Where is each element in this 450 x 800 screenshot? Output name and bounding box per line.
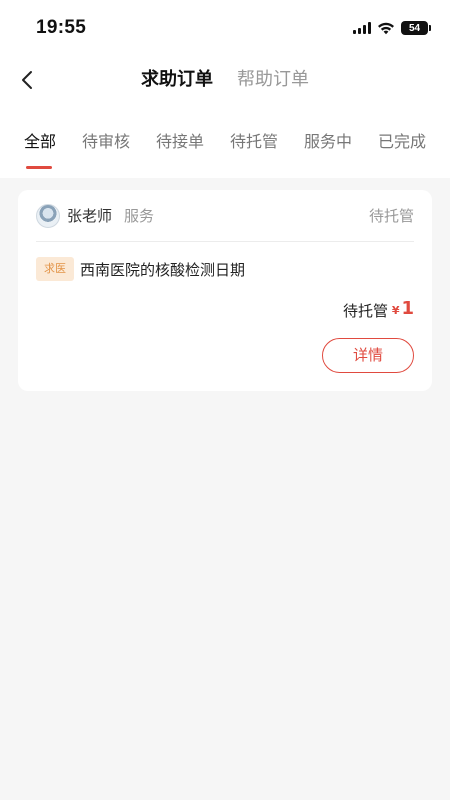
filter-tab-all[interactable]: 全部 <box>24 128 56 152</box>
card-divider <box>36 241 414 242</box>
tab-helping-orders[interactable]: 帮助订单 <box>225 66 321 94</box>
tab-help-request-orders[interactable]: 求助订单 <box>129 66 225 94</box>
order-status-header: 待托管 <box>368 207 414 225</box>
filter-tab-in-service[interactable]: 服务中 <box>304 128 352 152</box>
battery-level: 54 <box>408 22 421 34</box>
filter-tab-completed[interactable]: 已完成 <box>378 128 426 152</box>
avatar <box>36 204 60 228</box>
screen: 19:55 54 求助订单 帮助订单 全部 待审核 待接单 待托管 服务中 已完… <box>0 0 450 800</box>
order-title: 西南医院的核酸检测日期 <box>80 261 246 279</box>
status-bar: 19:55 54 <box>0 0 450 56</box>
status-icons: 54 <box>353 20 431 36</box>
status-time: 19:55 <box>36 17 87 38</box>
nav-bar: 求助订单 帮助订单 <box>0 56 450 104</box>
currency-symbol: ¥ <box>391 304 400 317</box>
filter-tab-pending-review[interactable]: 待审核 <box>82 128 130 152</box>
wifi-icon <box>377 21 395 35</box>
battery-icon: 54 <box>401 21 431 35</box>
order-card[interactable]: 张老师 服务 待托管 求医 西南医院的核酸检测日期 待托管 ¥1 详情 <box>18 190 432 391</box>
order-type-tag: 求医 <box>36 257 74 281</box>
detail-button[interactable]: 详情 <box>322 338 414 373</box>
cellular-signal-icon <box>353 22 371 34</box>
service-label: 服务 <box>124 207 155 225</box>
user-name: 张老师 <box>67 207 113 225</box>
order-price: ¥1 <box>392 298 414 319</box>
card-header: 张老师 服务 待托管 <box>18 190 432 242</box>
order-status: 待托管 <box>342 302 388 320</box>
order-amount: 1 <box>401 298 414 319</box>
filter-tab-pending-escrow[interactable]: 待托管 <box>230 128 278 152</box>
filter-tab-pending-accept[interactable]: 待接单 <box>156 128 204 152</box>
active-tab-indicator <box>26 166 52 169</box>
filter-bar: 全部 待审核 待接单 待托管 服务中 已完成 <box>0 104 450 178</box>
nav-tabs: 求助订单 帮助订单 <box>0 66 450 94</box>
